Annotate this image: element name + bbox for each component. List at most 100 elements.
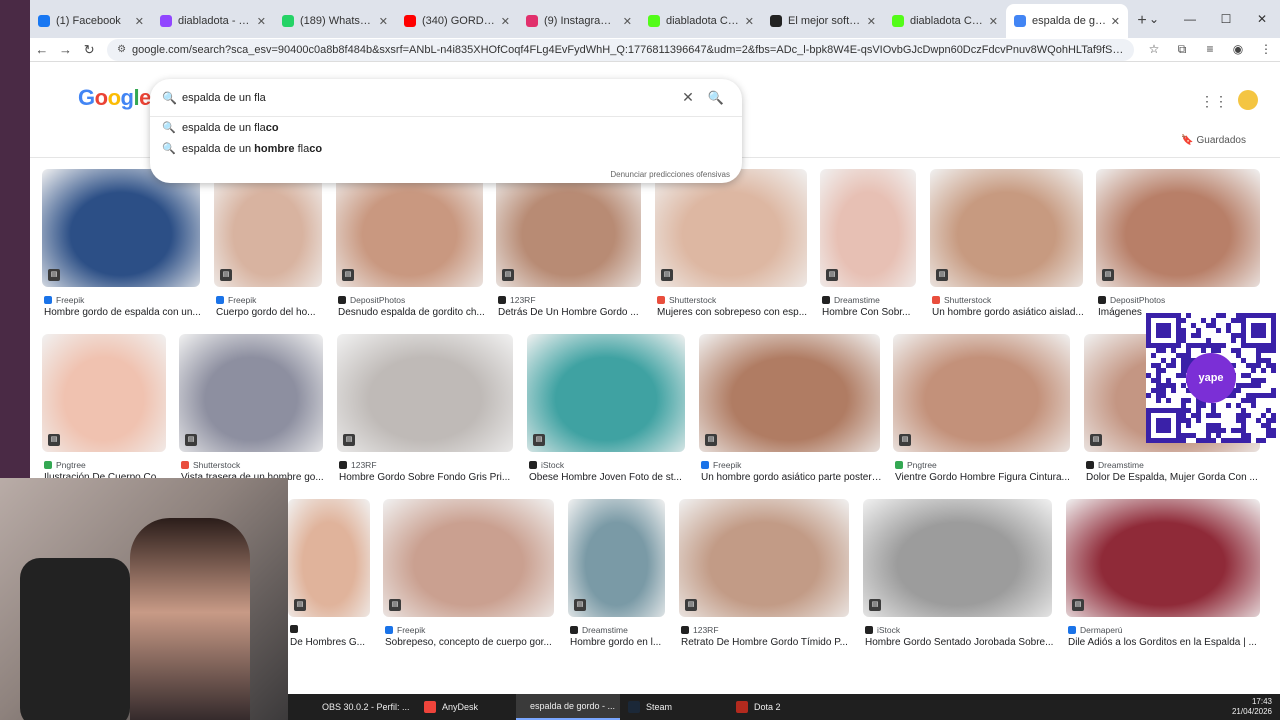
result-thumbnail[interactable]: ▤ bbox=[568, 499, 665, 617]
result-title[interactable]: Mujeres con sobrepeso con esp... bbox=[657, 307, 809, 318]
result-thumbnail[interactable]: ▤ bbox=[863, 499, 1052, 617]
back-icon[interactable]: ← bbox=[30, 42, 54, 57]
result-title[interactable]: Hombre Gordo Sobre Fondo Gris Pri... bbox=[339, 472, 515, 483]
url-field[interactable]: ⚙ google.com/search?sca_esv=90400c0a8b8f… bbox=[107, 38, 1134, 61]
result-thumbnail[interactable]: ▤ bbox=[179, 334, 323, 452]
result-title[interactable]: Un hombre gordo asiático parte posteri..… bbox=[701, 472, 882, 483]
result-thumbnail[interactable]: ▤ bbox=[1066, 499, 1260, 617]
report-predictions-link[interactable]: Denunciar predicciones ofensivas bbox=[610, 170, 730, 179]
taskbar-item[interactable]: Steam bbox=[620, 694, 728, 720]
forward-icon[interactable]: → bbox=[54, 42, 78, 57]
close-icon[interactable]: ✕ bbox=[257, 15, 266, 28]
result-source[interactable]: Dermaperú bbox=[1068, 625, 1123, 635]
result-thumbnail[interactable]: ▤ bbox=[893, 334, 1070, 452]
image-result[interactable]: ▤PngtreeIlustración De Cuerpo Co... bbox=[42, 334, 166, 498]
search-submit-icon[interactable]: 🔍 bbox=[702, 90, 730, 106]
image-result[interactable]: ▤ iStock Hombre Gordo Sentado Jorobada Sob… bbox=[863, 499, 1054, 663]
image-result[interactable]: ▤ Dermaperú Dile Adiós a los Gorditos en l… bbox=[1066, 499, 1260, 663]
chevron-down-icon[interactable]: ⌄ bbox=[1136, 0, 1172, 38]
result-source[interactable]: Freepik bbox=[216, 295, 256, 305]
result-source[interactable]: 123RF bbox=[498, 295, 536, 305]
result-source[interactable]: 123RF bbox=[681, 625, 719, 635]
result-thumbnail[interactable]: ▤ bbox=[699, 334, 880, 452]
result-title[interactable]: Detrás De Un Hombre Gordo ... bbox=[498, 307, 643, 318]
result-title[interactable]: Hombre gordo de espalda con un... bbox=[44, 307, 202, 318]
avatar[interactable] bbox=[1238, 90, 1258, 110]
taskbar-item[interactable]: Dota 2 bbox=[728, 694, 818, 720]
google-logo[interactable]: Google bbox=[78, 85, 151, 111]
suggestion-item[interactable]: 🔍 espalda de un fla co bbox=[150, 117, 742, 138]
result-thumbnail[interactable]: ▤ bbox=[496, 169, 641, 287]
result-title[interactable]: Sobrepeso, concepto de cuerpo gor... bbox=[385, 637, 556, 648]
maximize-icon[interactable]: ☐ bbox=[1208, 0, 1244, 38]
image-result[interactable]: ▤ Pngtree Vientre Gordo Hombre Figura Cint… bbox=[893, 334, 1070, 498]
image-result[interactable]: ▤ Freepik Un hombre gordo asiático parte p… bbox=[699, 334, 882, 498]
browser-tab[interactable]: El mejor software pa ✕ bbox=[762, 4, 884, 38]
image-result[interactable]: ▤ iStock Obese Hombre Joven Foto de st... bbox=[527, 334, 685, 498]
result-source[interactable]: Pngtree bbox=[44, 460, 86, 470]
result-thumbnail[interactable]: ▤ bbox=[383, 499, 554, 617]
minimize-icon[interactable]: — bbox=[1172, 0, 1208, 38]
close-icon[interactable]: ✕ bbox=[623, 15, 632, 28]
media-icon[interactable]: ≡ bbox=[1196, 42, 1224, 57]
result-title[interactable]: De Hombres G... bbox=[290, 637, 372, 648]
result-source[interactable]: Shutterstock bbox=[932, 295, 991, 305]
bookmark-star-icon[interactable]: ☆ bbox=[1140, 42, 1168, 57]
result-source[interactable]: Dreamstime bbox=[1086, 460, 1144, 470]
result-source[interactable]: Shutterstock bbox=[657, 295, 716, 305]
suggestion-item[interactable]: 🔍 espalda de un hombre fla co bbox=[150, 138, 742, 159]
browser-tab[interactable]: diabladota - Twitch ✕ bbox=[152, 4, 274, 38]
result-title[interactable]: Hombre Con Sobr... bbox=[822, 307, 918, 318]
result-thumbnail[interactable]: ▤ bbox=[679, 499, 849, 617]
result-title[interactable]: Dile Adiós a los Gorditos en la Espalda … bbox=[1068, 637, 1262, 648]
result-title[interactable]: Obese Hombre Joven Foto de st... bbox=[529, 472, 687, 483]
result-title[interactable]: Vientre Gordo Hombre Figura Cintura... bbox=[895, 472, 1072, 483]
taskbar-item[interactable]: AnyDesk bbox=[416, 694, 516, 720]
image-result[interactable]: ▤ Freepik Cuerpo gordo del ho... bbox=[214, 169, 322, 333]
taskbar-item[interactable]: espalda de gordo - ... bbox=[516, 694, 620, 720]
taskbar-item[interactable]: OBS 30.0.2 - Perfil: ... bbox=[308, 694, 416, 720]
image-result[interactable]: ▤ DepositPhotos Desnudo espalda de gordito… bbox=[336, 169, 485, 333]
result-source[interactable]: Dreamstime bbox=[822, 295, 880, 305]
image-result[interactable]: ▤ Dreamstime Hombre Con Sobr... bbox=[820, 169, 916, 333]
profile-icon[interactable]: ◉ bbox=[1224, 42, 1252, 57]
image-result[interactable]: ▤ Freepik Hombre gordo de espalda con un..… bbox=[42, 169, 202, 333]
image-result[interactable]: ▤ Freepik Sobrepeso, concepto de cuerpo go… bbox=[383, 499, 554, 663]
result-title[interactable]: Retrato De Hombre Gordo Tímido P... bbox=[681, 637, 851, 648]
close-icon[interactable]: ✕ bbox=[867, 15, 876, 28]
result-thumbnail[interactable]: ▤ bbox=[42, 169, 200, 287]
result-source[interactable]: Freepik bbox=[385, 625, 425, 635]
image-result[interactable]: ▤ Dreamstime Hombre gordo en l... bbox=[568, 499, 665, 663]
clear-search-icon[interactable]: ✕ bbox=[674, 89, 702, 106]
result-title[interactable]: Hombre gordo en l... bbox=[570, 637, 667, 648]
image-result[interactable]: ▤ 123RF Retrato De Hombre Gordo Tímido P..… bbox=[679, 499, 849, 663]
saved-link[interactable]: 🔖 Guardados bbox=[1181, 135, 1246, 146]
result-thumbnail[interactable]: ▤ bbox=[288, 499, 370, 617]
image-result[interactable]: ▤ DepositPhotos Imágenes bbox=[1096, 169, 1260, 333]
close-icon[interactable]: ✕ bbox=[745, 15, 754, 28]
result-source[interactable]: Dreamstime bbox=[570, 625, 628, 635]
result-thumbnail[interactable]: ▤ bbox=[655, 169, 807, 287]
result-source[interactable]: 123RF bbox=[339, 460, 377, 470]
image-result[interactable]: ▤ShutterstockVista trasera de un hombre … bbox=[179, 334, 324, 498]
image-result[interactable]: ▤ Shutterstock Un hombre gordo asiático ai… bbox=[930, 169, 1084, 333]
image-result[interactable]: ▤ De Hombres G... bbox=[288, 499, 370, 663]
result-thumbnail[interactable]: ▤ bbox=[336, 169, 483, 287]
close-icon[interactable]: ✕ bbox=[1244, 0, 1280, 38]
result-title[interactable]: Hombre Gordo Sentado Jorobada Sobre... bbox=[865, 637, 1054, 648]
result-title[interactable]: Cuerpo gordo del ho... bbox=[216, 307, 324, 318]
result-source[interactable] bbox=[290, 625, 302, 633]
result-thumbnail[interactable]: ▤ bbox=[820, 169, 916, 287]
close-icon[interactable]: ✕ bbox=[135, 15, 144, 28]
result-thumbnail[interactable]: ▤ bbox=[1096, 169, 1260, 287]
result-thumbnail[interactable]: ▤ bbox=[337, 334, 513, 452]
browser-tab[interactable]: diabladota Clips - W ✕ bbox=[884, 4, 1006, 38]
result-source[interactable]: DepositPhotos bbox=[1098, 295, 1165, 305]
result-thumbnail[interactable]: ▤ bbox=[527, 334, 685, 452]
search-input[interactable] bbox=[182, 91, 674, 104]
close-icon[interactable]: ✕ bbox=[1111, 15, 1120, 28]
result-source[interactable]: Shutterstock bbox=[181, 460, 240, 470]
result-source[interactable]: Freepik bbox=[44, 295, 84, 305]
close-icon[interactable]: ✕ bbox=[379, 15, 388, 28]
url-text[interactable]: google.com/search?sca_esv=90400c0a8b8f48… bbox=[132, 44, 1124, 56]
